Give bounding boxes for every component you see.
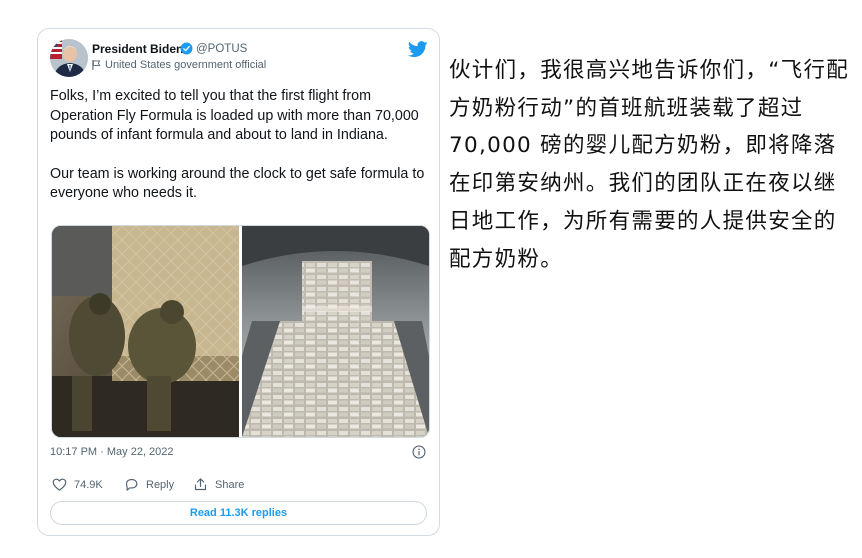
twitter-bird-icon[interactable] (408, 41, 428, 58)
tweet-paragraph: Folks, I’m excited to tell you that the … (50, 88, 419, 143)
tweet-timestamp[interactable]: 10:17 PM · May 22, 2022 (50, 446, 174, 458)
tweet-card[interactable]: President Biden @POTUS United States gov… (37, 28, 440, 536)
verified-badge-icon (180, 42, 193, 55)
account-label: United States government official (105, 59, 267, 71)
reply-label: Reply (146, 478, 175, 491)
share-button[interactable]: Share (193, 477, 244, 492)
reply-button[interactable]: Reply (124, 477, 174, 492)
tweet-media[interactable] (51, 225, 430, 438)
author-name[interactable]: President Biden (92, 42, 183, 56)
info-icon[interactable] (412, 445, 426, 459)
heart-icon (52, 478, 67, 491)
like-count: 74.9K (74, 478, 103, 491)
avatar[interactable] (50, 39, 88, 77)
cargo-photos[interactable] (52, 226, 429, 437)
like-button[interactable]: 74.9K (52, 477, 103, 492)
share-label: Share (215, 478, 245, 491)
share-icon (194, 478, 207, 491)
read-replies-button[interactable]: Read 11.3K replies (50, 501, 427, 525)
speech-bubble-icon (125, 478, 138, 491)
author-handle[interactable]: @POTUS (196, 43, 247, 55)
flag-icon (92, 60, 101, 70)
tweet-paragraph: Our team is working around the clock to … (50, 165, 425, 202)
chinese-translation: 伙计们，我很高兴地告诉你们，“飞行配方奶粉行动”的首班航班装载了超过 70,00… (449, 58, 850, 272)
tweet-text: Folks, I’m excited to tell you that the … (50, 87, 435, 204)
